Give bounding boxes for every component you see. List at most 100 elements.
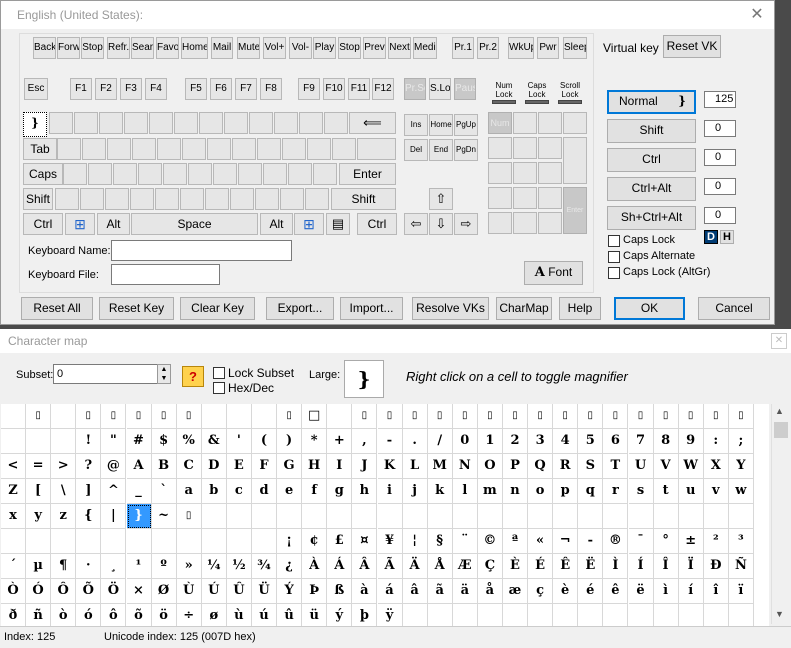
char-cell[interactable] — [176, 529, 202, 554]
media-key-4[interactable]: Searc — [131, 37, 154, 59]
char-cell[interactable]: Ç — [477, 554, 503, 579]
char-cell[interactable]: Y — [728, 454, 754, 479]
key-row4-6[interactable] — [205, 188, 229, 210]
numpad-key-0-1[interactable] — [513, 112, 537, 134]
char-cell[interactable]: Ö — [101, 579, 127, 604]
char-cell[interactable]: Ë — [578, 554, 604, 579]
shift-state-3-value[interactable]: 0 — [704, 178, 736, 195]
char-cell[interactable]: □ — [302, 404, 328, 429]
numpad-key-3-0[interactable] — [488, 187, 512, 209]
caps-key[interactable]: Caps — [23, 163, 63, 185]
key-row1-0[interactable] — [49, 112, 73, 134]
char-cell[interactable]: ¬ — [553, 529, 579, 554]
char-cell[interactable]: § — [427, 529, 453, 554]
char-cell[interactable]: É — [528, 554, 554, 579]
char-cell[interactable]: " — [101, 429, 127, 454]
key-row4-4[interactable] — [155, 188, 179, 210]
char-cell[interactable]: Ä — [402, 554, 428, 579]
char-cell[interactable] — [1, 429, 26, 454]
char-cell[interactable]: ▯ — [678, 404, 704, 429]
media-key-0[interactable]: Back — [33, 37, 56, 59]
key-row4-2[interactable] — [105, 188, 129, 210]
char-cell[interactable] — [578, 504, 604, 529]
char-cell[interactable]: ▯ — [176, 504, 202, 529]
key-row3-6[interactable] — [213, 163, 237, 185]
char-cell[interactable]: ¦ — [402, 529, 428, 554]
char-cell[interactable]: Ô — [51, 579, 77, 604]
key-row1-4[interactable] — [149, 112, 173, 134]
char-cell[interactable]: ▯ — [352, 404, 378, 429]
windows-icon[interactable]: ⊞ — [65, 213, 95, 235]
char-cell[interactable]: ▯ — [76, 404, 102, 429]
char-cell[interactable] — [252, 504, 277, 529]
char-cell[interactable]: 4 — [553, 429, 579, 454]
char-cell[interactable]: S — [578, 454, 604, 479]
char-cell[interactable]: ^ — [101, 479, 127, 504]
bottom-button-3[interactable]: Export... — [266, 297, 334, 320]
char-cell[interactable]: ² — [703, 529, 729, 554]
char-cell[interactable]: ¾ — [252, 554, 277, 579]
char-cell[interactable] — [403, 604, 428, 626]
numpad-key-1-3[interactable] — [563, 137, 587, 184]
nav-key-5[interactable]: PgDn — [454, 139, 478, 161]
bottom-button-2[interactable]: Clear Key — [180, 297, 255, 320]
char-cell[interactable]: ( — [252, 429, 277, 454]
char-cell[interactable]: 0 — [452, 429, 478, 454]
char-cell[interactable] — [377, 504, 403, 529]
char-cell[interactable]: ë — [628, 579, 654, 604]
char-cell[interactable]: T — [603, 454, 629, 479]
fn-key-2[interactable]: F2 — [95, 78, 117, 100]
char-cell[interactable] — [628, 504, 654, 529]
char-cell[interactable]: ¢ — [302, 529, 328, 554]
char-cell[interactable]: « — [528, 529, 554, 554]
media-key-15[interactable]: Media — [413, 37, 437, 59]
shift-state-3-button[interactable]: Ctrl+Alt — [607, 177, 696, 201]
char-cell[interactable]: Í — [628, 554, 654, 579]
char-cell[interactable]: { — [76, 504, 102, 529]
key-row3-2[interactable] — [113, 163, 137, 185]
key-row4-0[interactable] — [55, 188, 79, 210]
scroll-thumb[interactable] — [774, 422, 788, 438]
char-cell[interactable] — [728, 504, 754, 529]
space-key[interactable]: Space — [131, 213, 258, 235]
fn-key-11[interactable]: F11 — [348, 78, 370, 100]
right-ctrl-key[interactable]: Ctrl — [357, 213, 397, 235]
char-cell[interactable]: é — [578, 579, 604, 604]
media-key-9[interactable]: Vol+ — [263, 37, 286, 59]
char-cell[interactable]: ) — [277, 429, 303, 454]
right-shift-key[interactable]: Shift — [331, 188, 396, 210]
char-cell[interactable]: 5 — [578, 429, 604, 454]
key-row3-8[interactable] — [263, 163, 287, 185]
char-cell[interactable] — [528, 504, 554, 529]
key-row2-8[interactable] — [257, 138, 281, 160]
char-cell[interactable]: , — [352, 429, 378, 454]
caps-check-1[interactable] — [608, 251, 620, 263]
media-key-16[interactable]: Pr.1 — [452, 37, 474, 59]
charmap-close-icon[interactable]: ✕ — [771, 333, 787, 349]
char-cell[interactable]: Ê — [553, 554, 579, 579]
char-cell[interactable] — [1, 404, 26, 429]
char-cell[interactable]: Õ — [76, 579, 102, 604]
char-cell[interactable]: í — [678, 579, 704, 604]
char-cell[interactable]: ? — [76, 454, 102, 479]
key-row2-2[interactable] — [107, 138, 131, 160]
char-cell[interactable]: ô — [101, 604, 127, 626]
numpad-key-2-0[interactable] — [488, 162, 512, 184]
fn-key-12[interactable]: F12 — [372, 78, 394, 100]
char-cell[interactable] — [603, 604, 629, 626]
char-cell[interactable]: º — [151, 554, 177, 579]
char-cell[interactable] — [478, 604, 503, 626]
char-cell[interactable]: ▯ — [101, 404, 127, 429]
char-cell[interactable]: Â — [352, 554, 378, 579]
char-cell[interactable]: ó — [76, 604, 102, 626]
ctrl-key[interactable]: Ctrl — [23, 213, 63, 235]
key-row3-0[interactable] — [63, 163, 87, 185]
char-cell[interactable]: Ù — [176, 579, 202, 604]
char-cell[interactable]: # — [126, 429, 152, 454]
char-cell[interactable]: ▯ — [553, 404, 579, 429]
key-row4-8[interactable] — [255, 188, 279, 210]
char-cell[interactable]: ¸ — [101, 554, 127, 579]
char-cell[interactable]: ö — [152, 604, 177, 626]
char-cell[interactable]: t — [653, 479, 679, 504]
key-row2-6[interactable] — [207, 138, 231, 160]
